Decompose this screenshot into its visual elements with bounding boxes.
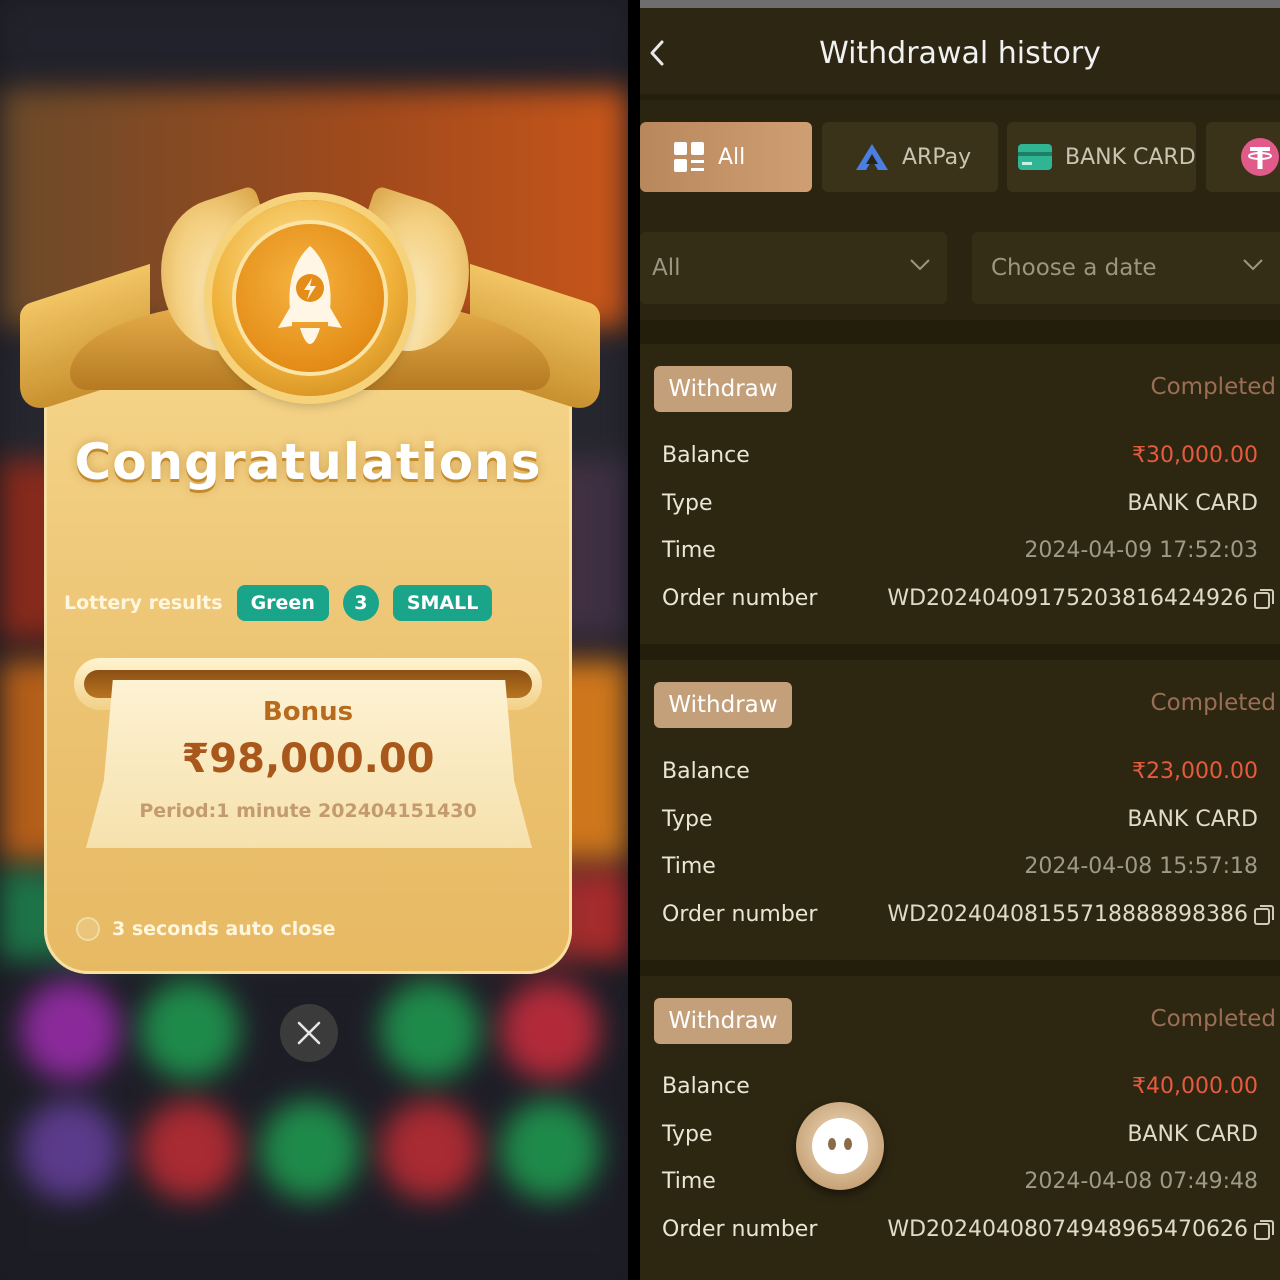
tab-label: BANK CARD <box>1065 144 1196 170</box>
close-button[interactable] <box>280 1004 338 1062</box>
withdrawal-record[interactable]: Withdraw Completed Balance ₹40,000.00 Ty… <box>640 976 1280 1280</box>
withdrawal-record[interactable]: Withdraw Completed Balance ₹23,000.00 Ty… <box>640 660 1280 960</box>
balance-label: Balance <box>662 758 750 784</box>
time-row: Time 2024-04-08 07:49:48 <box>662 1166 1258 1196</box>
grid-icon <box>674 142 704 172</box>
type-label: Type <box>662 806 713 832</box>
record-divider <box>640 960 1280 976</box>
copy-icon[interactable] <box>1252 903 1276 927</box>
status-filter-value: All <box>652 255 681 281</box>
order-value: WD20240408074948965470626 <box>887 1216 1248 1242</box>
time-row: Time 2024-04-08 15:57:18 <box>662 851 1258 881</box>
copy-icon[interactable] <box>1252 1218 1276 1242</box>
bank-card-icon <box>1018 144 1052 170</box>
lottery-result-screen: Congratulations Lottery results Green 3 … <box>0 0 628 1280</box>
status-text: Completed <box>1150 374 1276 400</box>
order-label: Order number <box>662 901 818 927</box>
balance-label: Balance <box>662 442 750 468</box>
support-chat-button[interactable] <box>796 1102 884 1190</box>
payment-method-tabs: All ARPay BANK CARD <box>640 122 1280 192</box>
page-title: Withdrawal history <box>819 36 1101 71</box>
type-value: BANK CARD <box>1127 490 1258 516</box>
withdraw-badge: Withdraw <box>654 366 792 412</box>
close-icon <box>297 1021 321 1045</box>
tab-bank-card[interactable]: BANK CARD <box>1007 122 1196 192</box>
chevron-down-icon <box>1243 259 1263 271</box>
status-filter-dropdown[interactable]: All <box>640 232 947 304</box>
status-bar <box>640 0 1280 8</box>
time-value: 2024-04-09 17:52:03 <box>1024 537 1258 563</box>
type-row: Type BANK CARD <box>662 804 1258 834</box>
date-filter-dropdown[interactable]: Choose a date <box>972 232 1280 304</box>
section-divider <box>640 320 1280 344</box>
record-divider <box>640 644 1280 660</box>
tether-icon <box>1241 138 1279 176</box>
chevron-down-icon <box>910 259 930 271</box>
time-row: Time 2024-04-09 17:52:03 <box>662 535 1258 565</box>
congratulations-popup: Congratulations Lottery results Green 3 … <box>0 0 628 1280</box>
medal-icon <box>212 200 408 396</box>
result-size-pill: SMALL <box>392 585 493 621</box>
type-value: BANK CARD <box>1127 806 1258 832</box>
withdraw-badge: Withdraw <box>654 682 792 728</box>
balance-value: ₹40,000.00 <box>1132 1073 1258 1099</box>
copy-icon[interactable] <box>1252 587 1276 611</box>
divider <box>628 0 640 1280</box>
tab-label: ARPay <box>902 144 972 170</box>
time-label: Time <box>662 537 716 563</box>
arpay-logo-icon <box>856 144 888 170</box>
withdrawal-history-screen: Withdrawal history All ARPay BANK CARD A… <box>640 0 1280 1280</box>
period-text: Period:1 minute 202404151430 <box>139 800 477 822</box>
balance-value: ₹30,000.00 <box>1132 442 1258 468</box>
tab-all[interactable]: All <box>640 122 812 192</box>
bonus-amount: ₹98,000.00 <box>181 736 435 782</box>
order-row: Order number WD20240409175203816424926 <box>662 583 1276 613</box>
balance-row: Balance ₹30,000.00 <box>662 440 1258 470</box>
tab-arpay[interactable]: ARPay <box>822 122 998 192</box>
app-header: Withdrawal history <box>640 8 1280 94</box>
order-value: WD20240408155718888898386 <box>887 901 1248 927</box>
order-value: WD20240409175203816424926 <box>887 585 1248 611</box>
tab-label: All <box>718 144 746 170</box>
order-row: Order number WD20240408074948965470626 <box>662 1214 1276 1244</box>
time-value: 2024-04-08 07:49:48 <box>1024 1168 1258 1194</box>
balance-row: Balance ₹40,000.00 <box>662 1071 1258 1101</box>
time-label: Time <box>662 853 716 879</box>
auto-close-label: 3 seconds auto close <box>112 918 336 940</box>
withdrawal-record[interactable]: Withdraw Completed Balance ₹30,000.00 Ty… <box>640 344 1280 644</box>
rocket-icon <box>278 246 342 344</box>
result-number-pill: 3 <box>342 585 379 621</box>
result-color-pill: Green <box>236 585 329 621</box>
balance-row: Balance ₹23,000.00 <box>662 756 1258 786</box>
withdraw-badge: Withdraw <box>654 998 792 1044</box>
order-row: Order number WD20240408155718888898386 <box>662 899 1276 929</box>
bonus-label: Bonus <box>262 697 354 727</box>
header-shadow <box>640 94 1280 100</box>
tab-usdt[interactable] <box>1206 122 1280 192</box>
type-value: BANK CARD <box>1127 1121 1258 1147</box>
auto-close-toggle[interactable]: 3 seconds auto close <box>76 917 336 941</box>
status-text: Completed <box>1150 1006 1276 1032</box>
type-label: Type <box>662 1121 713 1147</box>
status-text: Completed <box>1150 690 1276 716</box>
date-filter-value: Choose a date <box>991 255 1157 281</box>
chat-face-icon <box>812 1118 868 1174</box>
time-label: Time <box>662 1168 716 1194</box>
order-label: Order number <box>662 1216 818 1242</box>
type-row: Type BANK CARD <box>662 488 1258 518</box>
auto-close-radio[interactable] <box>76 917 100 941</box>
order-label: Order number <box>662 585 818 611</box>
lottery-results-label: Lottery results <box>64 592 223 614</box>
balance-label: Balance <box>662 1073 750 1099</box>
popup-title: Congratulations <box>74 433 542 491</box>
balance-value: ₹23,000.00 <box>1132 758 1258 784</box>
type-row: Type BANK CARD <box>662 1119 1258 1149</box>
time-value: 2024-04-08 15:57:18 <box>1024 853 1258 879</box>
lottery-results: Lottery results Green 3 SMALL <box>64 585 493 621</box>
type-label: Type <box>662 490 713 516</box>
